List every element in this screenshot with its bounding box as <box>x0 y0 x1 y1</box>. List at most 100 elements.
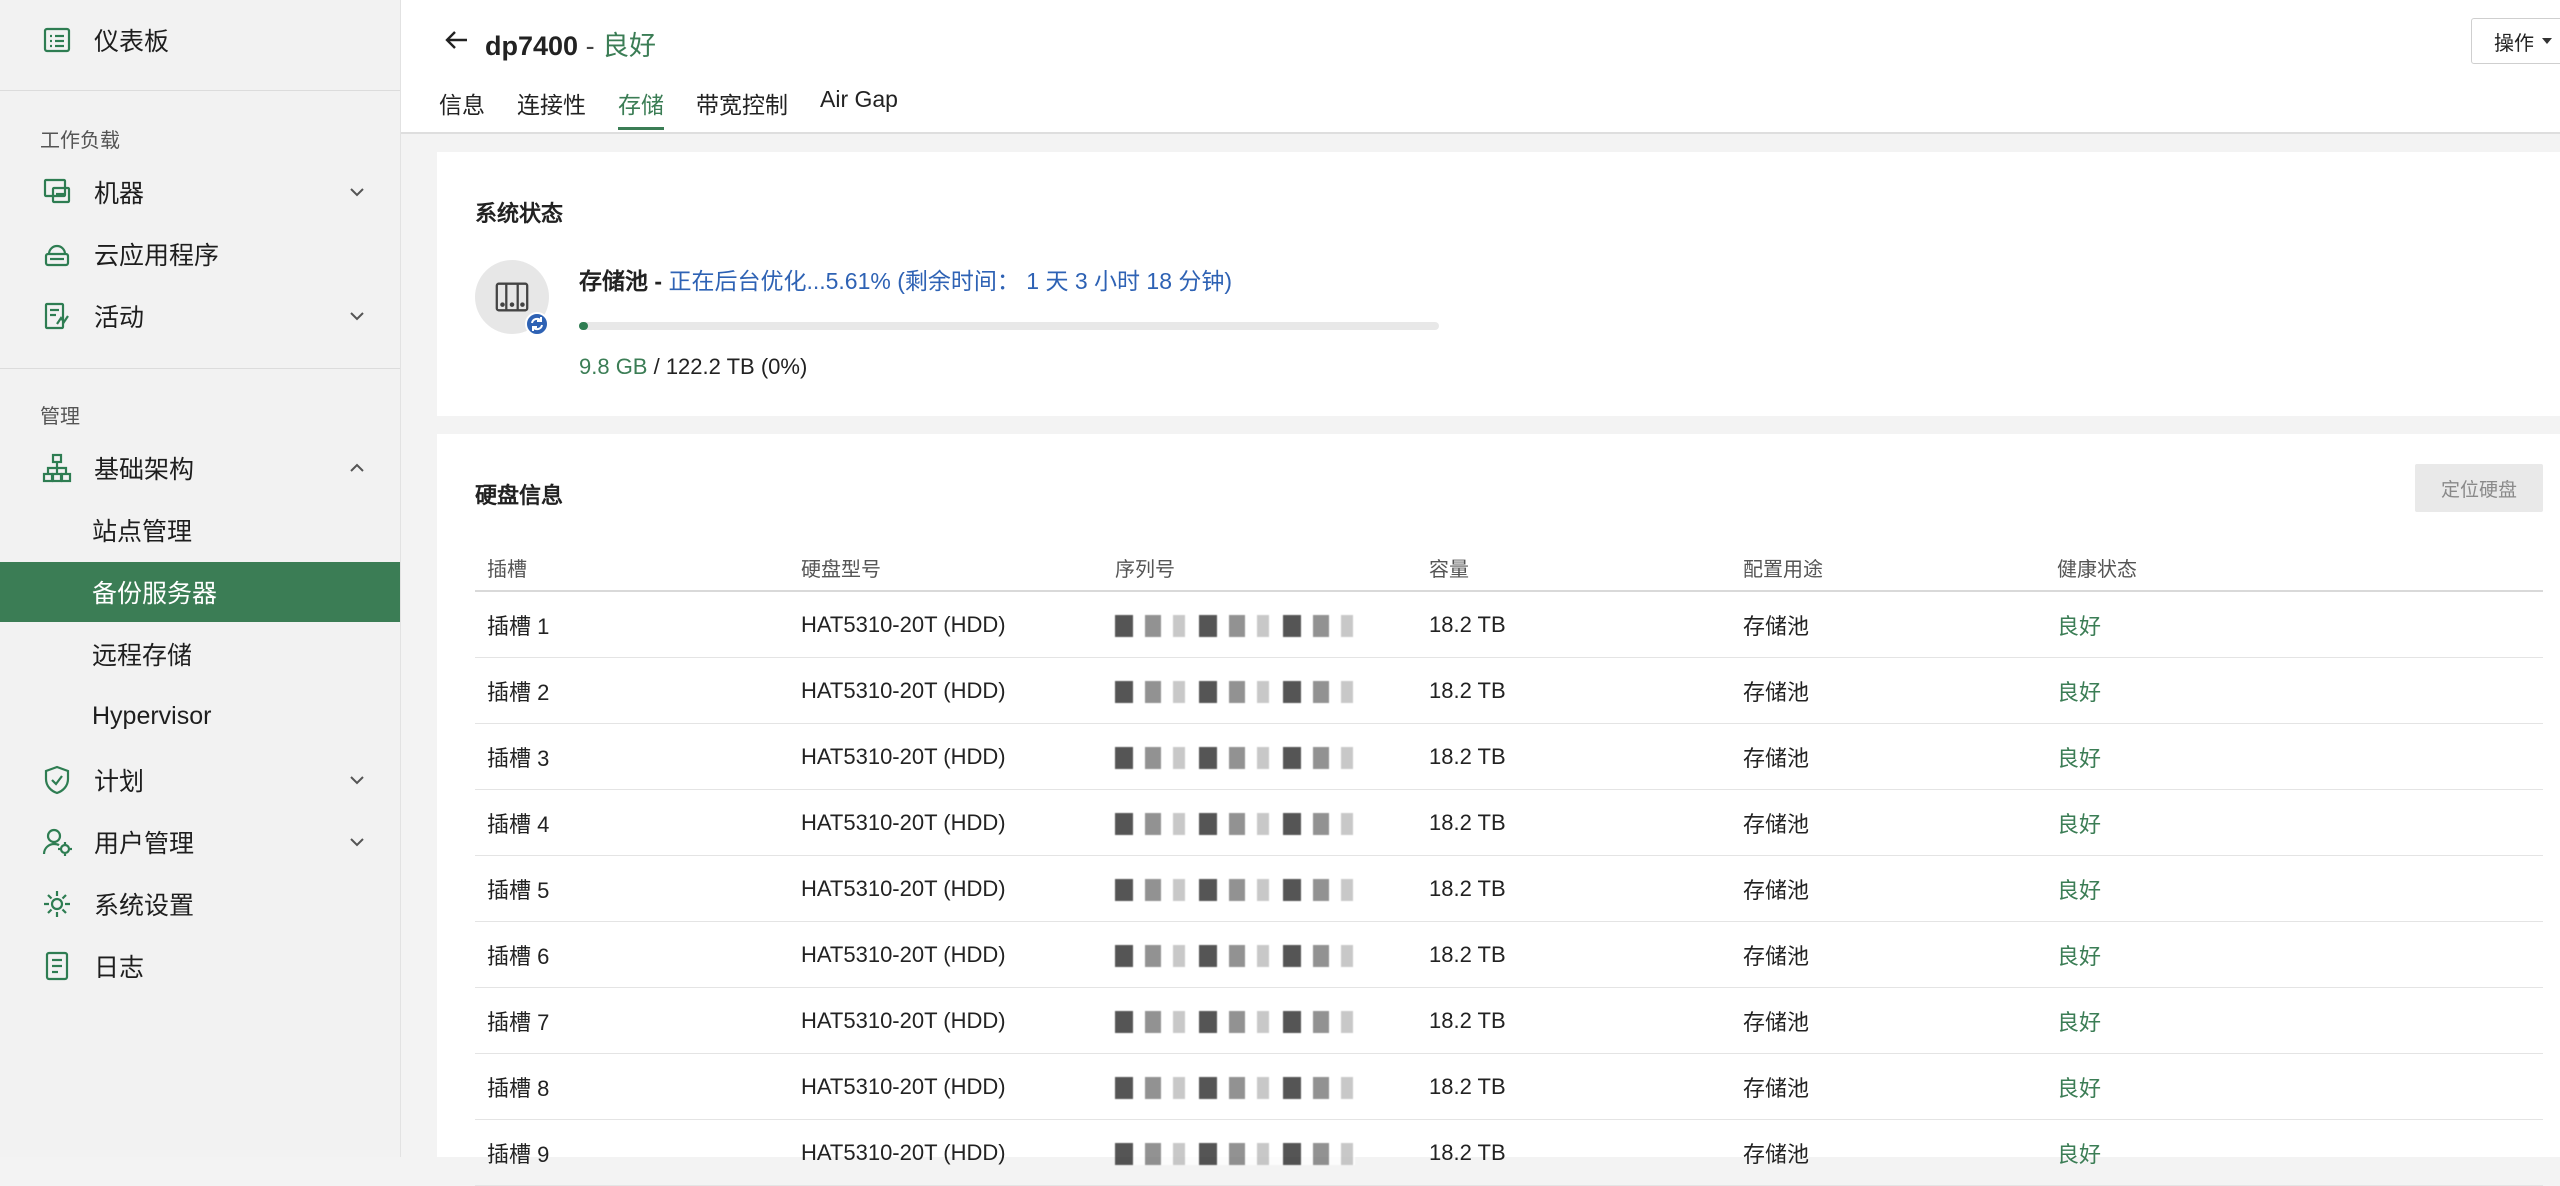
slot-cell: 插槽 8 <box>475 1053 789 1120</box>
nav-infrastructure[interactable]: 基础架构 <box>0 438 400 498</box>
redacted-serial <box>1115 1142 1355 1165</box>
serial-cell <box>1103 855 1417 922</box>
tab-bandwidth-control[interactable]: 带宽控制 <box>696 86 788 130</box>
section-label-workload: 工作负载 <box>40 130 120 152</box>
nav-remote-storage-label: 远程存储 <box>92 642 193 670</box>
usage-summary: 9.8 GB / 122.2 TB (0%) <box>579 354 807 380</box>
server-name: dp7400 <box>485 31 579 61</box>
redacted-serial <box>1115 812 1355 835</box>
nav-hypervisor[interactable]: Hypervisor <box>0 686 400 746</box>
serial-cell <box>1103 723 1417 790</box>
health-cell: 良好 <box>2045 789 2543 856</box>
tab-bar: 信息 连接性 存储 带宽控制 Air Gap <box>439 86 930 130</box>
capacity-cell: 18.2 TB <box>1417 1119 1731 1186</box>
server-status: 良好 <box>602 31 657 61</box>
nav-logs-label: 日志 <box>94 954 145 982</box>
redacted-serial <box>1115 1010 1355 1033</box>
nav-backup-servers[interactable]: 备份服务器 <box>0 562 400 622</box>
model-cell: HAT5310-20T (HDD) <box>789 1119 1103 1186</box>
storage-pool-line: 存储池 - 正在后台优化...5.61% (剩余时间： 1 天 3 小时 18 … <box>579 262 1232 296</box>
tab-connectivity[interactable]: 连接性 <box>517 86 586 130</box>
column-header-health[interactable]: 健康状态 <box>2045 544 2543 592</box>
usage-total: / 122.2 TB (0%) <box>647 354 808 379</box>
nav-plans[interactable]: 计划 <box>0 750 400 810</box>
usage-cell: 存储池 <box>1731 723 2045 790</box>
main-content: dp7400 - 良好 操作 信息 连接性 存储 带宽控制 Air Gap 系统… <box>401 0 2560 1186</box>
nav-hypervisor-label: Hypervisor <box>92 701 212 730</box>
column-header-usage[interactable]: 配置用途 <box>1731 544 2045 592</box>
nav-dashboard-label: 仪表板 <box>94 28 170 56</box>
nav-system-settings[interactable]: 系统设置 <box>0 874 400 934</box>
slot-cell: 插槽 7 <box>475 987 789 1054</box>
tab-info[interactable]: 信息 <box>439 86 485 130</box>
cloud-apps-icon <box>40 237 74 271</box>
health-cell: 良好 <box>2045 921 2543 988</box>
chevron-down-icon[interactable] <box>346 181 368 203</box>
column-header-slot[interactable]: 插槽 <box>475 544 789 592</box>
column-header-serial[interactable]: 序列号 <box>1103 544 1417 592</box>
chevron-down-icon[interactable] <box>346 305 368 327</box>
capacity-cell: 18.2 TB <box>1417 723 1731 790</box>
table-row: 插槽 8 HAT5310-20T (HDD) 18.2 TB 存储池 良好 <box>475 1053 2543 1120</box>
column-header-model[interactable]: 硬盘型号 <box>789 544 1103 592</box>
nav-machines[interactable]: 机器 <box>0 162 400 222</box>
table-row: 插槽 9 HAT5310-20T (HDD) 18.2 TB 存储池 良好 <box>475 1119 2543 1186</box>
locate-disk-button[interactable]: 定位硬盘 <box>2415 464 2543 512</box>
slot-cell: 插槽 1 <box>475 591 789 658</box>
nav-activities-label: 活动 <box>94 304 145 332</box>
actions-button[interactable]: 操作 <box>2471 18 2560 64</box>
usage-cell: 存储池 <box>1731 591 2045 658</box>
nav-dashboard[interactable]: 仪表板 <box>0 10 400 70</box>
redacted-serial <box>1115 878 1355 901</box>
tab-air-gap[interactable]: Air Gap <box>820 86 898 130</box>
model-cell: HAT5310-20T (HDD) <box>789 591 1103 658</box>
usage-cell: 存储池 <box>1731 1053 2045 1120</box>
nav-logs[interactable]: 日志 <box>0 936 400 996</box>
table-row: 插槽 7 HAT5310-20T (HDD) 18.2 TB 存储池 良好 <box>475 987 2543 1054</box>
back-arrow-icon[interactable] <box>441 24 473 56</box>
nav-activities[interactable]: 活动 <box>0 286 400 346</box>
shield-icon <box>40 763 74 797</box>
usage-cell: 存储池 <box>1731 855 2045 922</box>
chevron-up-icon[interactable] <box>346 457 368 479</box>
disk-table: 插槽 硬盘型号 序列号 容量 配置用途 健康状态 插槽 1 HAT5310-20T… <box>475 544 2543 1186</box>
nav-site-management[interactable]: 站点管理 <box>0 500 400 560</box>
usage-cell: 存储池 <box>1731 789 2045 856</box>
disk-info-card: 硬盘信息 定位硬盘 插槽 硬盘型号 序列号 容量 配置用途 健康状态 插槽 1H… <box>437 434 2560 1186</box>
chevron-down-icon[interactable] <box>346 769 368 791</box>
usage-progress-fill <box>579 322 588 330</box>
serial-cell <box>1103 591 1417 658</box>
machines-icon <box>40 175 74 209</box>
capacity-cell: 18.2 TB <box>1417 987 1731 1054</box>
nav-user-management[interactable]: 用户管理 <box>0 812 400 872</box>
chevron-down-icon[interactable] <box>346 831 368 853</box>
tab-storage[interactable]: 存储 <box>618 86 664 130</box>
usage-cell: 存储池 <box>1731 1119 2045 1186</box>
system-status-title: 系统状态 <box>475 201 564 226</box>
section-label-management: 管理 <box>40 406 80 428</box>
nav-plans-label: 计划 <box>94 768 145 796</box>
redacted-serial <box>1115 1076 1355 1099</box>
model-cell: HAT5310-20T (HDD) <box>789 855 1103 922</box>
nav-cloud-apps[interactable]: 云应用程序 <box>0 224 400 284</box>
nav-remote-storage[interactable]: 远程存储 <box>0 624 400 684</box>
table-row: 插槽 2 HAT5310-20T (HDD) 18.2 TB 存储池 良好 <box>475 657 2543 724</box>
slot-cell: 插槽 4 <box>475 789 789 856</box>
slot-cell: 插槽 5 <box>475 855 789 922</box>
serial-cell <box>1103 987 1417 1054</box>
model-cell: HAT5310-20T (HDD) <box>789 921 1103 988</box>
divider <box>0 90 400 91</box>
serial-cell <box>1103 921 1417 988</box>
capacity-cell: 18.2 TB <box>1417 591 1731 658</box>
health-cell: 良好 <box>2045 987 2543 1054</box>
nav-user-management-label: 用户管理 <box>94 830 195 858</box>
slot-cell: 插槽 2 <box>475 657 789 724</box>
slot-cell: 插槽 6 <box>475 921 789 988</box>
divider <box>0 368 400 369</box>
health-cell: 良好 <box>2045 723 2543 790</box>
capacity-cell: 18.2 TB <box>1417 921 1731 988</box>
column-header-capacity[interactable]: 容量 <box>1417 544 1731 592</box>
title-separator: - <box>578 31 603 61</box>
model-cell: HAT5310-20T (HDD) <box>789 789 1103 856</box>
page-header: dp7400 - 良好 操作 信息 连接性 存储 带宽控制 Air Gap <box>401 0 2560 134</box>
